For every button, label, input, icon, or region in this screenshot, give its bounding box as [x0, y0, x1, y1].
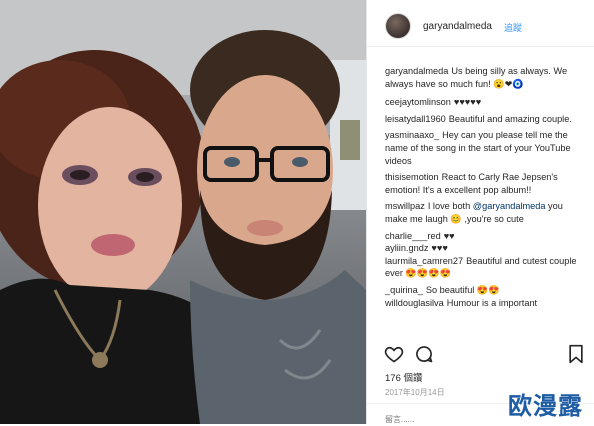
- comment-username[interactable]: mswillpaz: [385, 201, 425, 211]
- watermark-logo: 欧漫露: [508, 392, 583, 420]
- comment-username[interactable]: willdouglasilva: [385, 298, 444, 308]
- caption: garyandalmeda Us being silly as always. W…: [385, 65, 585, 90]
- follow-button[interactable]: 追蹤: [504, 21, 522, 34]
- comment-text: I love both: [427, 201, 471, 212]
- comment: _quirina_ So beautiful 😍😍: [385, 284, 585, 297]
- comment-username[interactable]: ceejaytomlinson: [385, 97, 451, 107]
- comments-list: garyandalmeda Us being silly as always. W…: [385, 65, 585, 309]
- post-panel: garyandalmeda 追蹤 garyandalmeda Us being s…: [366, 0, 594, 426]
- comment-username[interactable]: leisatydall1960: [385, 114, 446, 124]
- post-header: garyandalmeda 追蹤: [367, 0, 594, 47]
- comment: leisatydall1960 Beautiful and amazing cou…: [385, 113, 585, 126]
- heart-icon[interactable]: [384, 344, 404, 364]
- comment-text: Beautiful and amazing couple.: [448, 113, 572, 124]
- comment: charlie___red ♥♥: [385, 230, 585, 243]
- comment: yasminaaxo_ Hey can you please tell me th…: [385, 129, 585, 167]
- comment-username[interactable]: garyandalmeda: [385, 66, 448, 76]
- comment: willdouglasilva Humour is a important: [385, 297, 585, 310]
- comment-text: ♥♥♥♥♥: [453, 97, 482, 108]
- selfie-illustration: [0, 0, 366, 424]
- comment: ceejaytomlinson ♥♥♥♥♥: [385, 96, 585, 109]
- comment-username[interactable]: laurmila_camren27: [385, 256, 463, 266]
- post-owner-username[interactable]: garyandalmeda: [423, 21, 492, 32]
- post-date: 2017年10月14日: [385, 388, 445, 397]
- comment-text: So beautiful 😍😍: [425, 284, 500, 295]
- comment: thisisemotion React to Carly Rae Jepsen's…: [385, 171, 585, 196]
- comment: laurmila_camren27 Beautiful and cutest co…: [385, 255, 585, 280]
- comment-username[interactable]: charlie___red: [385, 231, 441, 241]
- comment-text: Humour is a important: [446, 297, 538, 308]
- comment-username[interactable]: yasminaaxo_: [385, 130, 439, 140]
- comment-username[interactable]: _quirina_: [385, 285, 423, 295]
- comment-text: ♥♥: [443, 230, 455, 241]
- comment-text: ♥♥♥: [431, 243, 448, 254]
- likes-count[interactable]: 176 個讚: [385, 370, 423, 384]
- comment-username[interactable]: ayliin.gndz: [385, 243, 428, 253]
- post-actions: [367, 344, 594, 366]
- comment: mswillpaz I love both @garyandalmeda you …: [385, 200, 585, 225]
- comment-username[interactable]: thisisemotion: [385, 172, 439, 182]
- bookmark-icon[interactable]: [568, 344, 584, 364]
- comment: ayliin.gndz ♥♥♥: [385, 242, 585, 255]
- post-photo: [0, 0, 366, 424]
- comment-mention[interactable]: @garyandalmeda: [473, 201, 546, 211]
- comment-icon[interactable]: [414, 344, 434, 364]
- avatar[interactable]: [385, 13, 411, 39]
